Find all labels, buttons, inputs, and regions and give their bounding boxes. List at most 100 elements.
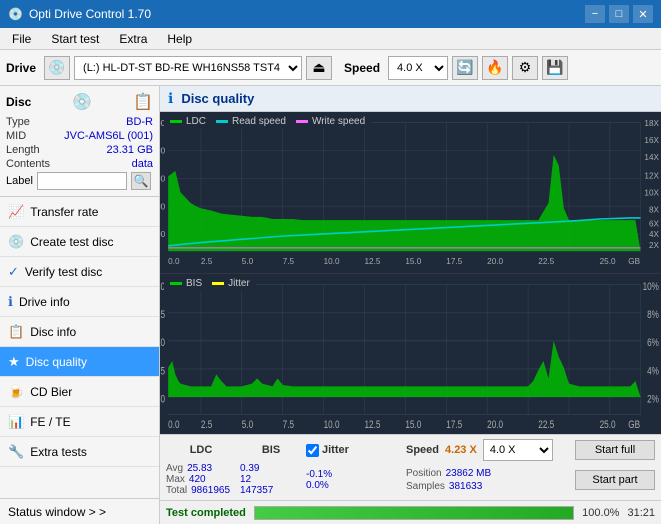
jitter-avg-value: -0.1% xyxy=(306,469,332,480)
disc-panel-icon2: 📋 xyxy=(133,92,153,112)
disc-label-input[interactable] xyxy=(37,172,127,190)
svg-text:22.5: 22.5 xyxy=(538,256,554,266)
max-row-jitter: 0.0% xyxy=(306,480,396,491)
bis-chart: 20 15 10 5 0 10% 8% 6% 4% 2% 0.0 2.5 xyxy=(160,274,661,435)
jitter-checkbox[interactable] xyxy=(306,444,319,457)
stats-speed-selector[interactable]: 4.0 X Max 1.0 X 2.0 X xyxy=(483,439,553,461)
svg-text:17.5: 17.5 xyxy=(446,256,462,266)
jitter-data-col: -0.1% 0.0% xyxy=(306,469,396,491)
ldc-max-value: 420 xyxy=(189,474,206,485)
bis-max-value: 12 xyxy=(240,474,251,485)
menu-help[interactable]: Help xyxy=(159,30,200,48)
ldc-avg-col: Avg 25.83 Max 420 Total 9861965 xyxy=(166,463,236,496)
svg-text:12.5: 12.5 xyxy=(364,256,380,266)
svg-text:10: 10 xyxy=(160,337,165,349)
sidebar: Disc 💿 📋 Type BD-R MID JVC-AMS6L (001) L… xyxy=(0,86,160,524)
disc-type-row: Type BD-R xyxy=(6,116,153,128)
disc-mid-label: MID xyxy=(6,130,26,142)
disc-label-row: Label 🔍 xyxy=(6,172,153,190)
sidebar-item-transfer-rate[interactable]: 📈 Transfer rate xyxy=(0,197,159,227)
jitter-legend-label: Jitter xyxy=(228,278,250,289)
drive-label: Drive xyxy=(6,61,36,75)
disc-contents-label: Contents xyxy=(6,158,50,170)
sidebar-item-cd-bier[interactable]: 🍺 CD Bier xyxy=(0,377,159,407)
sidebar-item-create-test-disc[interactable]: 💿 Create test disc xyxy=(0,227,159,257)
menu-file[interactable]: File xyxy=(4,30,39,48)
sidebar-item-label: Disc info xyxy=(30,325,76,339)
disc-mid-value: JVC-AMS6L (001) xyxy=(64,130,153,142)
svg-text:300: 300 xyxy=(160,173,165,183)
svg-text:17.5: 17.5 xyxy=(446,418,462,430)
start-part-button[interactable]: Start part xyxy=(575,470,655,490)
bottom-legend: BIS Jitter xyxy=(164,276,256,291)
svg-text:2%: 2% xyxy=(647,393,659,405)
progress-time-text: 31:21 xyxy=(627,507,655,519)
sidebar-item-label: FE / TE xyxy=(30,415,70,429)
sidebar-item-label: CD Bier xyxy=(30,385,72,399)
drive-icon-btn[interactable]: 💿 xyxy=(44,56,70,80)
sidebar-item-disc-info[interactable]: 📋 Disc info xyxy=(0,317,159,347)
sidebar-item-label: Create test disc xyxy=(30,235,113,249)
sidebar-item-disc-quality[interactable]: ★ Disc quality xyxy=(0,347,159,377)
progress-status-text: Test completed xyxy=(166,507,246,519)
sidebar-item-verify-test-disc[interactable]: ✓ Verify test disc xyxy=(0,257,159,287)
avg-row-bis: 0.39 xyxy=(236,463,306,474)
disc-panel-icon: 💿 xyxy=(72,92,92,112)
settings-button[interactable]: ⚙ xyxy=(512,56,538,80)
write-speed-legend-dot xyxy=(296,120,308,123)
toolbar: Drive 💿 (L:) HL-DT-ST BD-RE WH16NS58 TST… xyxy=(0,50,661,86)
position-label: Position xyxy=(406,468,442,479)
bis-legend: BIS xyxy=(170,278,202,289)
svg-text:5.0: 5.0 xyxy=(242,418,253,430)
sidebar-item-drive-info[interactable]: ℹ Drive info xyxy=(0,287,159,317)
minimize-button[interactable]: − xyxy=(585,5,605,23)
position-value: 23862 MB xyxy=(446,468,492,479)
start-part-btn-area: Start part xyxy=(575,470,655,490)
position-row: Position 23862 MB xyxy=(406,468,491,479)
avg-label-ldc: Avg xyxy=(166,463,183,474)
disc-label-btn[interactable]: 🔍 xyxy=(131,172,151,190)
sidebar-item-extra-tests[interactable]: 🔧 Extra tests xyxy=(0,437,159,467)
content-area: ℹ Disc quality LDC Read speed xyxy=(160,86,661,524)
right-panel: Start full xyxy=(575,440,655,460)
bis-legend-label: BIS xyxy=(186,278,202,289)
speed-selector[interactable]: 4.0 X Max 1.0 X 2.0 X 6.0 X 8.0 X xyxy=(388,56,448,80)
bis-legend-dot xyxy=(170,282,182,285)
menu-start-test[interactable]: Start test xyxy=(43,30,107,48)
svg-text:18X: 18X xyxy=(644,118,659,128)
close-button[interactable]: ✕ xyxy=(633,5,653,23)
position-samples-col: Position 23862 MB Samples 381633 xyxy=(406,468,491,492)
progress-percent-text: 100.0% xyxy=(582,507,619,519)
disc-mid-row: MID JVC-AMS6L (001) xyxy=(6,130,153,142)
speed-col-header: Speed xyxy=(406,444,439,456)
avg-row-jitter: -0.1% xyxy=(306,469,396,480)
eject-button[interactable]: ⏏ xyxy=(306,56,332,80)
menu-extra[interactable]: Extra xyxy=(111,30,155,48)
read-speed-legend-label: Read speed xyxy=(232,116,286,127)
disc-panel-header: Disc 💿 📋 xyxy=(6,92,153,112)
svg-text:2.5: 2.5 xyxy=(201,418,212,430)
save-button[interactable]: 💾 xyxy=(542,56,568,80)
svg-text:25.0: 25.0 xyxy=(600,256,616,266)
drive-selector[interactable]: (L:) HL-DT-ST BD-RE WH16NS58 TST4 xyxy=(74,56,302,80)
bis-chart-container: BIS Jitter xyxy=(160,274,661,435)
burn-button[interactable]: 🔥 xyxy=(482,56,508,80)
svg-text:2X: 2X xyxy=(649,240,659,250)
svg-text:4%: 4% xyxy=(647,365,659,377)
svg-text:GB: GB xyxy=(628,418,640,430)
start-full-button[interactable]: Start full xyxy=(575,440,655,460)
sidebar-item-fe-te[interactable]: 📊 FE / TE xyxy=(0,407,159,437)
status-window-link[interactable]: Status window > > xyxy=(0,498,159,524)
write-speed-legend: Write speed xyxy=(296,116,365,127)
svg-text:6X: 6X xyxy=(649,218,659,228)
refresh-button[interactable]: 🔄 xyxy=(452,56,478,80)
total-row-ldc: Total 9861965 xyxy=(166,485,236,496)
maximize-button[interactable]: □ xyxy=(609,5,629,23)
app-title: Opti Drive Control 1.70 xyxy=(29,7,151,21)
svg-text:16X: 16X xyxy=(644,135,659,145)
svg-text:14X: 14X xyxy=(644,152,659,162)
ldc-chart-container: LDC Read speed Write speed xyxy=(160,112,661,274)
speed-label: Speed xyxy=(344,61,380,75)
stats-area: LDC BIS Jitter Speed 4.23 X xyxy=(160,434,661,500)
read-speed-legend: Read speed xyxy=(216,116,286,127)
